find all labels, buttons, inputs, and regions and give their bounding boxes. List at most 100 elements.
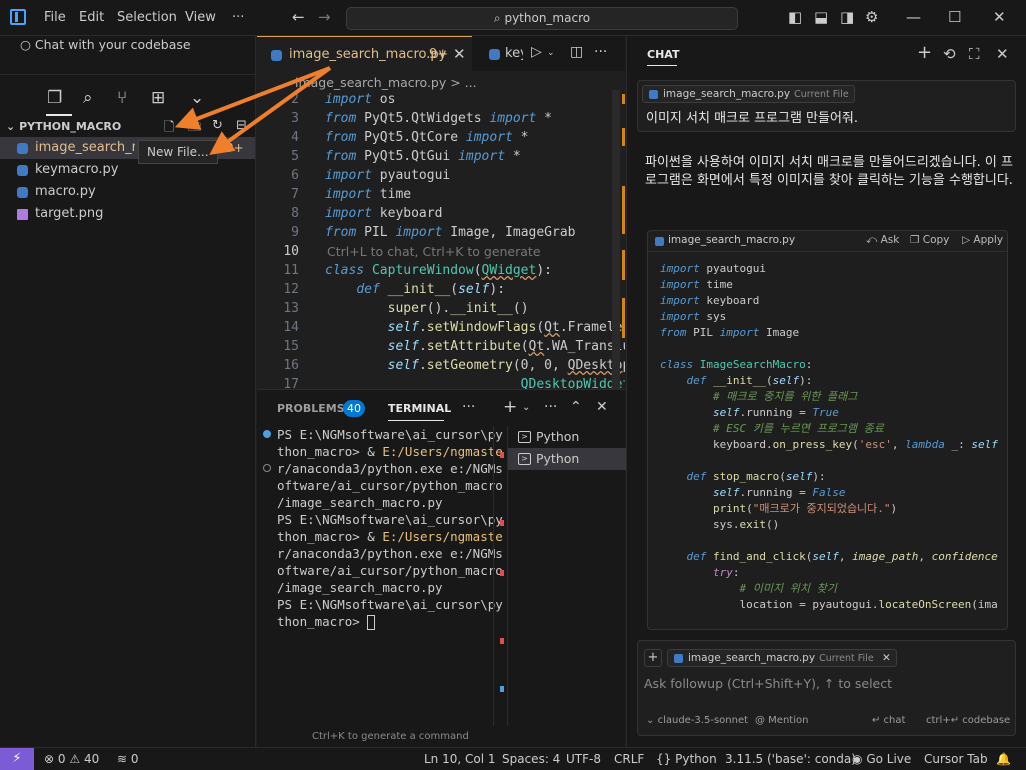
code-line: QDesktopWidget( [520, 377, 625, 389]
run-icon[interactable]: ▷ [531, 44, 542, 60]
tab-problems[interactable]: PROBLEMS [277, 402, 345, 415]
gear-icon[interactable]: ⚙ [865, 8, 878, 26]
close-icon[interactable]: ✕ [996, 45, 1009, 63]
close-window-icon[interactable]: ✕ [993, 8, 1006, 26]
split-editor-icon[interactable]: ◫ [570, 44, 583, 60]
remote-indicator-icon[interactable]: ⚡ [0, 748, 34, 770]
line-number: 11 [283, 263, 299, 278]
maximize-icon[interactable]: ⛶ [969, 45, 980, 63]
python-file-icon [17, 187, 28, 198]
menu-more[interactable]: ··· [232, 10, 244, 25]
file-item[interactable]: macro.py [0, 181, 255, 203]
close-icon[interactable]: ✕ [596, 399, 608, 415]
cursor-position[interactable]: Ln 10, Col 1 [424, 752, 496, 766]
model-selector[interactable]: ⌄ claude-3.5-sonnet [646, 715, 748, 726]
source-control-icon[interactable]: ⑂ [117, 88, 127, 108]
chevron-down-icon[interactable]: ⌄ [522, 402, 530, 413]
cursor-app-icon [10, 9, 26, 25]
explorer-icon[interactable]: ❐ [47, 88, 62, 108]
ask-button[interactable]: ⤺ Ask [866, 234, 899, 247]
indentation[interactable]: Spaces: 4 [502, 752, 560, 766]
file-name: target.png [35, 206, 104, 221]
language-mode[interactable]: {} Python [656, 752, 717, 766]
terminal-icon: > [518, 431, 531, 443]
new-chat-icon[interactable]: + [917, 42, 932, 63]
collapse-all-icon[interactable]: ⊟ [236, 118, 247, 133]
chat-submit-button[interactable]: ↵ chat [872, 715, 905, 726]
codebase-submit-button[interactable]: ctrl+↵ codebase [926, 715, 1010, 726]
problems-status[interactable]: ⊗ 0 ⚠ 40 [44, 752, 99, 766]
explorer-folder-header[interactable]: ⌄ PYTHON_MACRO [6, 120, 121, 133]
tab-terminal[interactable]: TERMINAL [388, 402, 451, 415]
active-tab-indicator [388, 420, 444, 421]
copy-button[interactable]: ❐ Copy [910, 234, 949, 246]
terminal-item-active[interactable]: > Python [508, 448, 626, 470]
chevron-down-icon[interactable]: ⌄ [190, 88, 204, 108]
add-context-button[interactable]: + [644, 649, 662, 667]
code-line: import time [325, 187, 412, 202]
play-icon: ▷ [962, 234, 971, 246]
chat-input-box[interactable]: + image_search_macro.py Current File ✕ As… [637, 640, 1016, 736]
menu-selection[interactable]: Selection [117, 10, 177, 25]
code-editor[interactable]: 2 import os 3 from PyQt5.QtWidgets import … [257, 90, 625, 389]
context-file-pill[interactable]: image_search_macro.py Current File [642, 85, 855, 103]
terminal-item-label: Python [536, 429, 580, 444]
cursor-tab-status[interactable]: Cursor Tab [924, 752, 988, 766]
more-icon[interactable]: ··· [462, 399, 475, 415]
menu-file[interactable]: File [44, 10, 66, 25]
scroll-marker [500, 520, 504, 526]
nav-forward-icon[interactable]: → [318, 8, 331, 26]
terminal-item[interactable]: > Python [508, 426, 626, 448]
python-interpreter[interactable]: 3.11.5 ('base': conda) [725, 752, 856, 766]
menu-edit[interactable]: Edit [79, 10, 104, 25]
toggle-sidebar-icon[interactable]: ◧ [788, 8, 802, 26]
context-file-pill[interactable]: image_search_macro.py Current File ✕ [667, 649, 897, 667]
tab-image-search-macro[interactable]: image_search_macro.py 9+ ✕ [257, 36, 472, 71]
line-number: 12 [283, 282, 299, 297]
chevron-up-icon[interactable]: ⌃ [570, 399, 582, 415]
ports-status[interactable]: ≋ 0 [117, 752, 139, 766]
toggle-secondary-sidebar-icon[interactable]: ◨ [840, 8, 854, 26]
breadcrumb[interactable]: image_search_macro.py > ... [295, 75, 477, 90]
chat-with-codebase-item[interactable]: ○ Chat with your codebase [20, 37, 191, 52]
more-actions-icon[interactable]: ··· [544, 399, 557, 415]
chevron-down-icon[interactable]: ⌄ [547, 48, 555, 58]
close-icon[interactable]: ✕ [882, 652, 891, 664]
editor-scrollbar[interactable] [612, 90, 620, 389]
command-decoration[interactable] [263, 464, 271, 472]
search-icon[interactable]: ⌕ [83, 88, 93, 108]
minimize-icon[interactable]: — [906, 8, 921, 26]
python-file-icon [271, 50, 282, 61]
scroll-marker [500, 638, 504, 644]
refresh-icon[interactable]: ↻ [212, 118, 223, 133]
extensions-icon[interactable]: ⊞ [151, 88, 165, 108]
error-icon: ⊗ [44, 752, 55, 766]
editor-group: image_search_macro.py 9+ ✕ keymacro.py ▷… [257, 36, 625, 389]
command-decoration[interactable] [263, 430, 271, 438]
maximize-icon[interactable]: ☐ [948, 8, 961, 26]
user-message[interactable]: image_search_macro.py Current File 이미지 서치… [637, 80, 1016, 132]
menu-view[interactable]: View [185, 10, 216, 25]
chat-title[interactable]: CHAT [647, 48, 679, 61]
history-icon[interactable]: ⟲ [943, 45, 956, 63]
encoding[interactable]: UTF-8 [566, 752, 601, 766]
file-item[interactable]: target.png [0, 203, 255, 225]
line-number: 8 [291, 206, 299, 221]
more-actions-icon[interactable]: ··· [594, 44, 607, 60]
terminal-line: thon_macro> & E:/Users/ngmaste [277, 444, 503, 459]
mention-button[interactable]: @ Mention [755, 715, 808, 726]
toggle-panel-icon[interactable]: ⬓ [814, 8, 828, 26]
line-endings[interactable]: CRLF [614, 752, 644, 766]
scroll-marker [500, 570, 504, 576]
close-icon[interactable]: ✕ [453, 45, 466, 63]
command-center-search[interactable]: ⌕ python_macro [346, 7, 738, 30]
bell-icon[interactable]: 🔔 [996, 752, 1011, 766]
apply-button[interactable]: ▷ Apply [962, 234, 1003, 246]
new-terminal-icon[interactable]: + [503, 397, 517, 417]
chevron-down-icon: ⌄ [6, 120, 16, 133]
nav-back-icon[interactable]: ← [292, 8, 305, 26]
go-live-button[interactable]: ◉ Go Live [852, 752, 911, 766]
terminal-scrollbar[interactable] [493, 426, 505, 726]
code-line: class CaptureWindow(QWidget): [325, 263, 552, 278]
warning-icon: ⚠ [69, 752, 81, 766]
